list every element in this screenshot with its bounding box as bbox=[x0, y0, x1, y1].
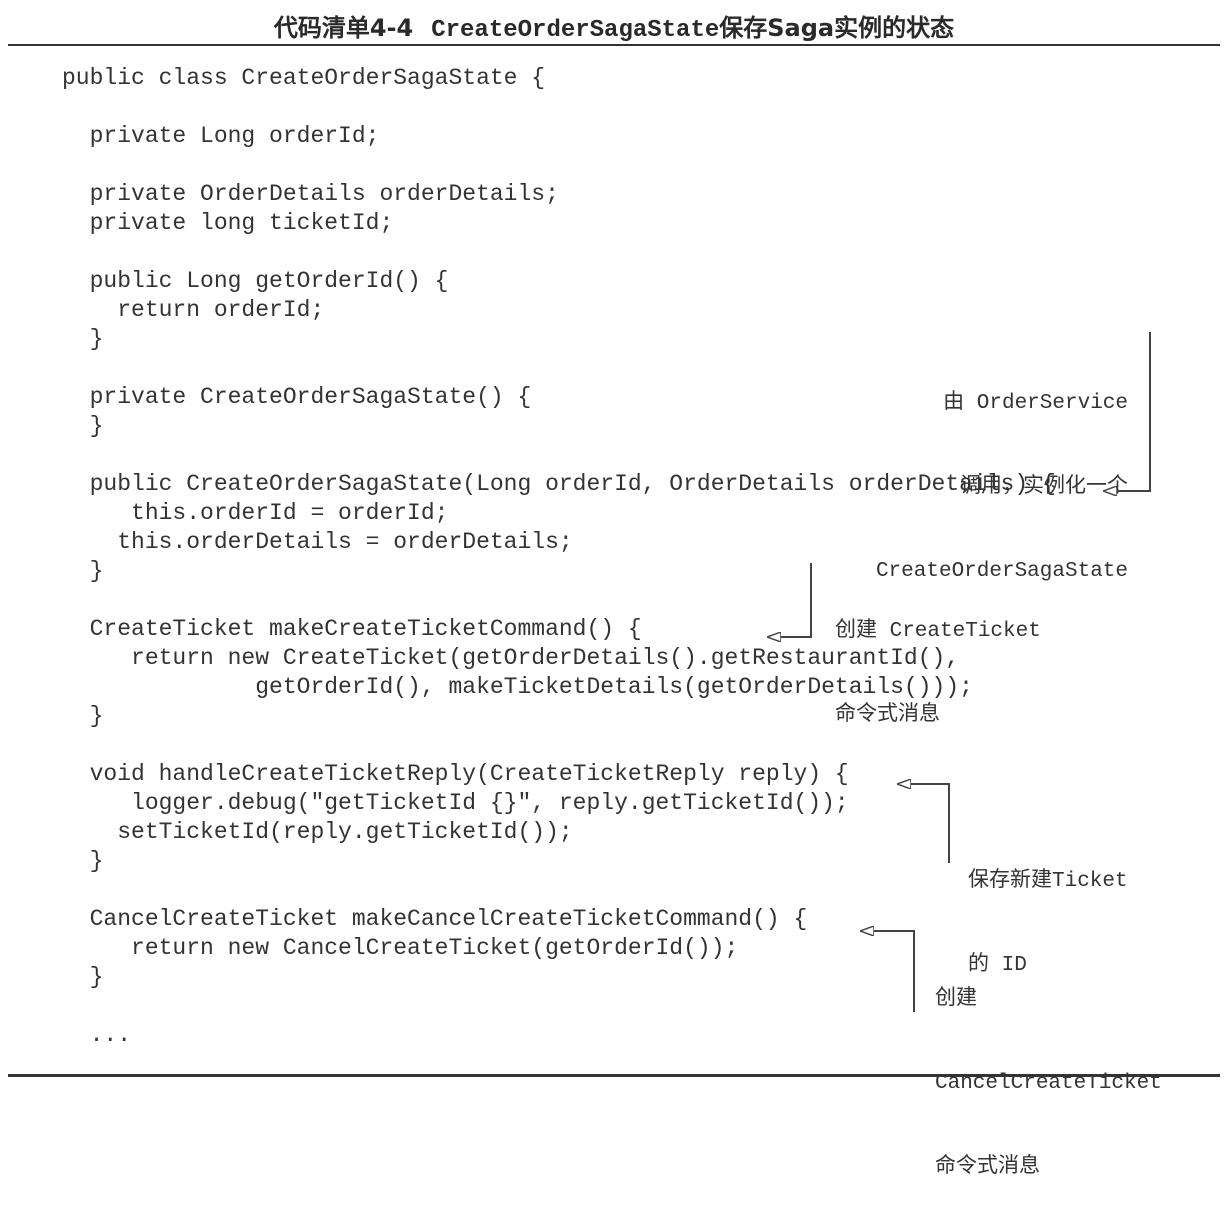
annotation-line: 创建 CreateTicket bbox=[835, 620, 1041, 643]
title-text-c: 实例的状态 bbox=[834, 14, 955, 42]
arrow-left-icon bbox=[897, 779, 911, 789]
code-line: private Long orderId; bbox=[62, 123, 380, 149]
code-line: return new CancelCreateTicket(getOrderId… bbox=[62, 935, 739, 961]
code-line: } bbox=[62, 848, 104, 874]
code-line: logger.debug("getTicketId {}", reply.get… bbox=[62, 790, 849, 816]
title-text-a: 保存 bbox=[719, 14, 768, 42]
annotation-line: 命令式消息 bbox=[935, 1156, 1040, 1179]
annotation-line: 保存新建Ticket bbox=[968, 870, 1128, 893]
annotation-line: 命令式消息 bbox=[835, 704, 940, 727]
code-line: private OrderDetails orderDetails; bbox=[62, 181, 559, 207]
listing-title: 代码清单4-4 CreateOrderSagaState保存Saga实例的状态 bbox=[0, 8, 1228, 44]
arrow-left-icon bbox=[860, 926, 874, 936]
code-line: public class CreateOrderSagaState { bbox=[62, 65, 546, 91]
listing-number: 代码清单4-4 bbox=[273, 14, 414, 42]
callout-line-horizontal bbox=[1116, 490, 1151, 492]
cancel-ticket-annotation: 创建 CancelCreateTicket 命令式消息 bbox=[935, 930, 1162, 1210]
arrow-left-icon bbox=[767, 632, 781, 642]
code-line: setTicketId(reply.getTicketId()); bbox=[62, 819, 573, 845]
listing-classname: CreateOrderSagaState bbox=[431, 17, 720, 44]
callout-line-vertical bbox=[1149, 332, 1151, 492]
callout-line-horizontal bbox=[780, 636, 812, 638]
annotation-line: 由 OrderService bbox=[943, 392, 1128, 415]
code-line: ... bbox=[62, 1022, 132, 1048]
bottom-rule bbox=[8, 1074, 1220, 1077]
callout-line-vertical bbox=[913, 930, 915, 1012]
code-line: return orderId; bbox=[62, 297, 325, 323]
code-line: public Long getOrderId() { bbox=[62, 268, 449, 294]
annotation-line: 调用，实例化一个 bbox=[960, 476, 1128, 499]
callout-line-vertical bbox=[810, 563, 812, 638]
top-rule bbox=[8, 44, 1220, 46]
create-ticket-annotation: 创建 CreateTicket 命令式消息 bbox=[835, 562, 1041, 758]
arrow-left-icon bbox=[1103, 486, 1117, 496]
callout-line-horizontal bbox=[873, 930, 915, 932]
code-line: } bbox=[62, 964, 104, 990]
callout-line-horizontal bbox=[910, 783, 950, 785]
callout-line-vertical bbox=[948, 783, 950, 863]
annotation-line: 创建 bbox=[935, 988, 977, 1011]
code-line: private long ticketId; bbox=[62, 210, 394, 236]
title-text-b: Saga bbox=[767, 14, 835, 42]
